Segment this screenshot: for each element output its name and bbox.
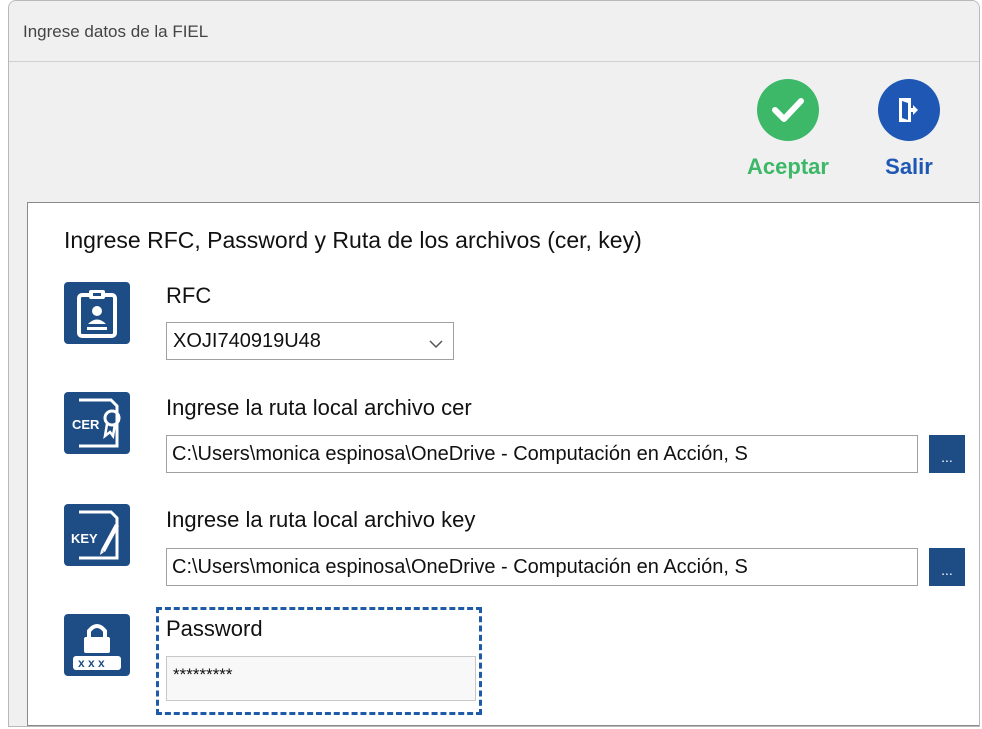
password-lock-icon: x x x <box>64 614 130 676</box>
exit-label: Salir <box>885 154 933 179</box>
rfc-select[interactable]: XOJI740919U48 <box>166 322 454 360</box>
key-browse-button[interactable]: ... <box>929 548 965 586</box>
form-panel: Ingrese RFC, Password y Ruta de los arch… <box>27 202 979 726</box>
accept-button[interactable]: Aceptar <box>733 79 843 180</box>
svg-text:x x x: x x x <box>78 656 105 670</box>
title-bar: Ingrese datos de la FIEL <box>9 1 979 62</box>
key-path-input[interactable]: C:\Users\monica espinosa\OneDrive - Comp… <box>166 548 918 586</box>
key-icon-text: KEY <box>71 531 98 546</box>
cer-path-input[interactable]: C:\Users\monica espinosa\OneDrive - Comp… <box>166 435 918 473</box>
cer-icon-text: CER <box>72 417 100 432</box>
password-label: Password <box>166 616 263 641</box>
cer-browse-button[interactable]: ... <box>929 435 965 473</box>
certificate-file-icon: CER <box>64 392 130 454</box>
toolbar: Aceptar Salir <box>9 62 979 202</box>
fiel-dialog: Ingrese datos de la FIEL Aceptar Salir I… <box>8 0 980 727</box>
id-badge-icon <box>64 282 130 344</box>
key-label: Ingrese la ruta local archivo key <box>166 507 476 532</box>
window-title: Ingrese datos de la FIEL <box>23 22 209 41</box>
exit-door-icon <box>878 79 940 141</box>
chevron-down-icon[interactable] <box>429 336 443 354</box>
accept-label: Aceptar <box>747 154 829 179</box>
exit-button[interactable]: Salir <box>869 79 949 180</box>
rfc-value: XOJI740919U48 <box>173 330 321 352</box>
form-heading: Ingrese RFC, Password y Ruta de los arch… <box>64 227 642 253</box>
rfc-label: RFC <box>166 283 212 308</box>
cer-label: Ingrese la ruta local archivo cer <box>166 395 472 420</box>
checkmark-icon <box>757 79 819 141</box>
password-input[interactable]: ********* <box>166 656 476 701</box>
key-file-icon: KEY <box>64 504 130 566</box>
